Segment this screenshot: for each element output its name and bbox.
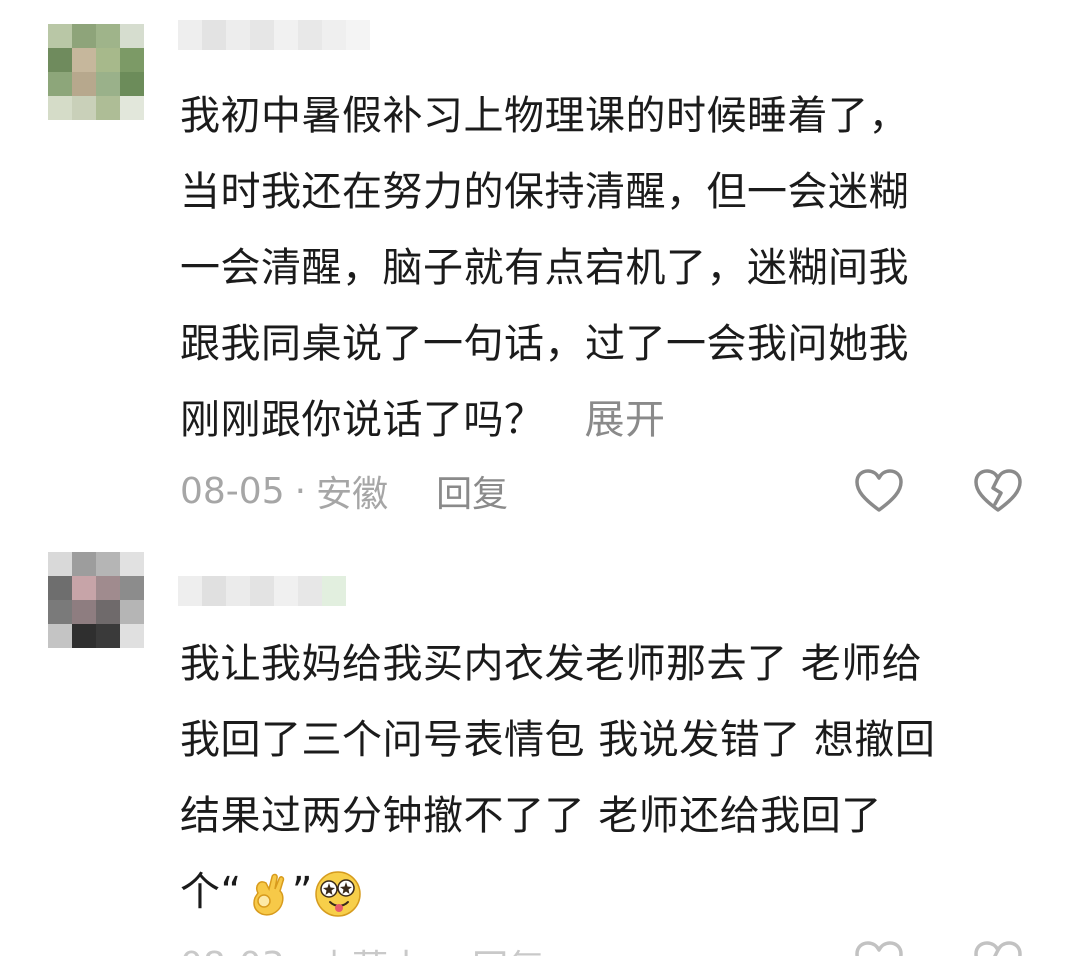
username-blurred[interactable] [178,20,370,56]
comment-meta: 08-03 · 内蒙古 回复 [180,940,544,956]
heart-outline-icon[interactable] [854,468,904,514]
quote-close: ” [291,869,313,915]
ok-hand-emoji [252,873,284,916]
reply-button[interactable]: 回复 [436,465,508,517]
comment-feed: 我初中暑假补习上物理课的时候睡着了， 当时我还在努力的保持清醒，但一会迷糊 一会… [0,0,1080,956]
comment-date: 08-03 [180,945,285,956]
avatar[interactable] [48,552,144,648]
username-blurred[interactable] [178,576,346,612]
comment-item: 我让我妈给我买内衣发老师那去了 老师给 我回了三个问号表情包 我说发错了 想撤回… [0,548,1080,956]
comment-text: 我让我妈给我买内衣发老师那去了 老师给 我回了三个问号表情包 我说发错了 想撤回… [180,626,1040,930]
comment-text-content: 我初中暑假补习上物理课的时候睡着了， 当时我还在努力的保持清醒，但一会迷糊 一会… [180,93,909,443]
reply-button[interactable]: 回复 [472,939,544,956]
comment-text: 我初中暑假补习上物理课的时候睡着了， 当时我还在努力的保持清醒，但一会迷糊 一会… [180,78,1040,458]
comment-date: 08-05 [180,470,285,512]
avatar[interactable] [48,24,144,120]
broken-heart-icon[interactable] [973,468,1023,514]
broken-heart-icon[interactable] [973,940,1023,956]
heart-outline-icon[interactable] [854,940,904,956]
comment-location: 安徽 [316,474,389,515]
meta-separator: · [295,945,306,956]
dizzy-face-emoji [315,871,361,917]
comment-item: 我初中暑假补习上物理课的时候睡着了， 当时我还在努力的保持清醒，但一会迷糊 一会… [0,0,1080,540]
meta-separator: · [294,470,307,512]
comment-meta: 08-05 · 安徽 回复 [180,466,508,516]
expand-link[interactable]: 展开 [585,397,666,443]
comment-location: 内蒙古 [316,939,424,956]
